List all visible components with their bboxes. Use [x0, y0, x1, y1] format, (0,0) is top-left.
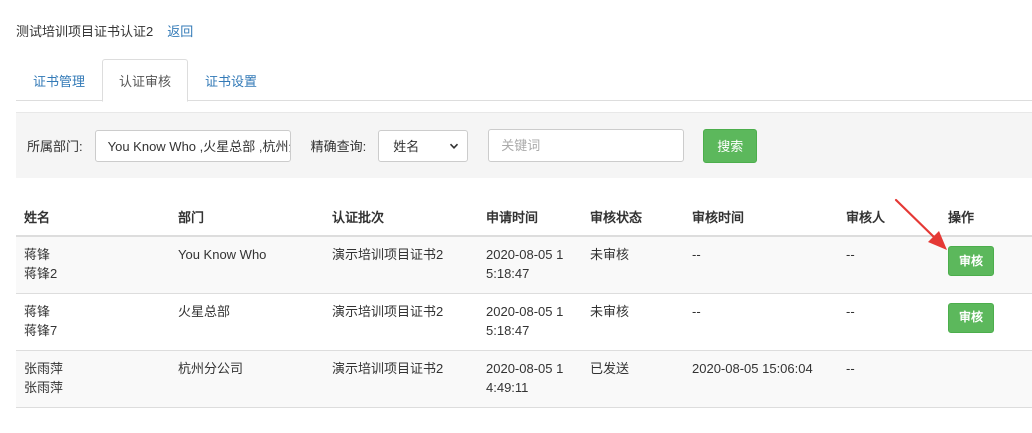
chevron-down-icon	[450, 143, 459, 149]
name-secondary: 蒋锋2	[24, 266, 58, 281]
name-secondary: 蒋锋7	[24, 322, 58, 338]
cell-apply-time: 2020-08-05 1 5:18:47	[478, 236, 582, 294]
cell-status: 未审核	[582, 236, 684, 294]
cell-audit-time: --	[684, 293, 838, 351]
name-primary: 蒋锋	[24, 303, 51, 319]
cell-audit-time: 2020-08-05 15:06:04	[684, 350, 838, 408]
table-row: 蒋锋 蒋锋2 You Know Who 演示培训项目证书2 2020-08-05…	[16, 236, 1032, 294]
column-header-status: 审核状态	[582, 198, 684, 237]
cell-name: 蒋锋 蒋锋7	[16, 293, 170, 351]
apply-time-line1: 2020-08-05 1	[486, 360, 564, 376]
apply-time-line2: 4:49:11	[486, 379, 529, 395]
column-header-audit-time: 审核时间	[684, 198, 838, 237]
review-table: 姓名 部门 认证批次 申请时间 审核状态 审核时间 审核人 操作 蒋锋 蒋锋2 …	[16, 198, 1032, 408]
column-header-name: 姓名	[16, 198, 170, 237]
cell-audit-time: --	[684, 236, 838, 294]
name-secondary: 张雨萍	[24, 379, 64, 395]
apply-time-line1: 2020-08-05 1	[486, 303, 564, 319]
cell-name: 蒋锋 蒋锋2	[16, 236, 170, 294]
tab-certification-review[interactable]: 认证审核	[102, 59, 189, 102]
apply-time-line1: 2020-08-05 1	[486, 247, 564, 262]
cell-batch: 演示培训项目证书2	[324, 350, 478, 408]
query-field-select-value: 姓名	[393, 139, 420, 154]
cell-auditor: --	[838, 236, 940, 294]
department-input[interactable]: You Know Who ,火星总部 ,杭州分公司	[94, 129, 291, 162]
name-primary: 蒋锋	[24, 247, 51, 262]
table-row: 蒋锋 蒋锋7 火星总部 演示培训项目证书2 2020-08-05 1 5:18:…	[16, 293, 1032, 351]
cell-department: 火星总部	[170, 293, 324, 351]
audit-button[interactable]: 审核	[948, 302, 994, 333]
page-header: 测试培训项目证书认证2 返回	[16, 20, 193, 40]
column-header-action: 操作	[940, 198, 1032, 237]
column-header-department: 部门	[170, 198, 324, 237]
cell-auditor: --	[838, 350, 940, 408]
query-field-select[interactable]: 姓名	[378, 129, 469, 162]
apply-time-line2: 5:18:47	[486, 266, 530, 281]
apply-time-line2: 5:18:47	[486, 322, 530, 338]
department-label: 所属部门:	[27, 139, 83, 154]
exact-query-label: 精确查询:	[310, 139, 367, 154]
tab-certificate-management[interactable]: 证书管理	[16, 59, 102, 101]
cell-batch: 演示培训项目证书2	[324, 236, 478, 294]
cell-batch: 演示培训项目证书2	[324, 293, 478, 351]
cell-apply-time: 2020-08-05 1 5:18:47	[478, 293, 582, 351]
back-link[interactable]: 返回	[167, 21, 193, 40]
cell-name: 张雨萍 张雨萍	[16, 350, 170, 408]
filter-bar: 所属部门: You Know Who ,火星总部 ,杭州分公司 精确查询: 姓名…	[16, 112, 1032, 178]
column-header-auditor: 审核人	[838, 198, 940, 237]
cell-auditor: --	[838, 293, 940, 351]
cell-action: 审核	[940, 236, 1032, 294]
cell-department: You Know Who	[170, 236, 324, 294]
column-header-batch: 认证批次	[324, 198, 478, 237]
cell-apply-time: 2020-08-05 1 4:49:11	[478, 350, 582, 408]
audit-button[interactable]: 审核	[948, 246, 994, 276]
keyword-input[interactable]	[488, 129, 685, 162]
name-primary: 张雨萍	[24, 360, 64, 376]
page-title: 测试培训项目证书认证2	[16, 23, 154, 39]
cell-action	[940, 350, 1032, 408]
table-row: 张雨萍 张雨萍 杭州分公司 演示培训项目证书2 2020-08-05 1 4:4…	[16, 350, 1032, 408]
tab-certificate-settings[interactable]: 证书设置	[188, 59, 274, 101]
table-header-row: 姓名 部门 认证批次 申请时间 审核状态 审核时间 审核人 操作	[16, 198, 1032, 237]
column-header-apply-time: 申请时间	[478, 198, 582, 237]
tab-bar: 证书管理 认证审核 证书设置	[16, 59, 1032, 102]
cell-status: 未审核	[582, 293, 684, 351]
cell-action: 审核	[940, 293, 1032, 351]
cell-status: 已发送	[582, 350, 684, 408]
cell-department: 杭州分公司	[170, 350, 324, 408]
search-button[interactable]: 搜索	[703, 128, 758, 163]
